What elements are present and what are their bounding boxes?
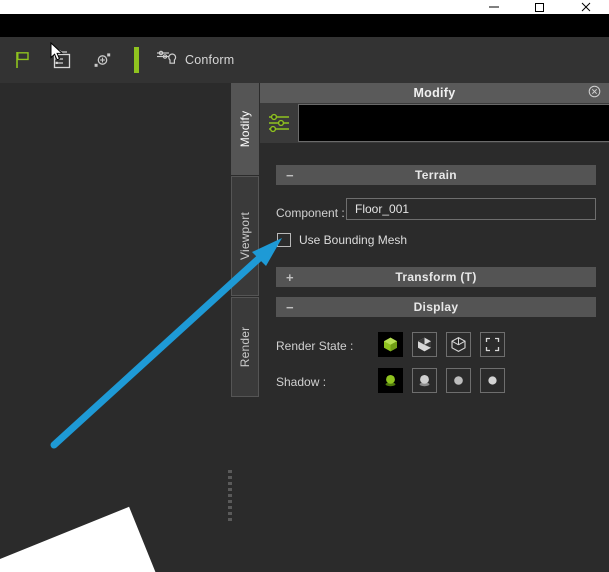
section-transform-toggle[interactable]: + (286, 270, 294, 285)
sliders-icon (260, 104, 298, 142)
maximize-icon (534, 1, 546, 13)
shadow-label: Shadow : (276, 375, 327, 389)
component-label: Component : (276, 206, 345, 220)
flag-icon[interactable] (6, 43, 40, 77)
conform-label: Conform (185, 53, 235, 67)
shadow-off-icon[interactable] (480, 368, 505, 393)
modify-panel: Modify − Terrain Component: Floor_001 U… (260, 83, 609, 572)
conform-command[interactable]: Conform (155, 48, 234, 73)
shadow-buttons (378, 368, 505, 393)
section-display-header[interactable]: − Display (276, 297, 596, 317)
modify-panel-header (260, 103, 609, 143)
use-bounding-mesh-row[interactable]: Use Bounding Mesh (277, 233, 407, 247)
toolbar-accent-separator (134, 47, 139, 73)
panel-resize-handle[interactable] (228, 470, 233, 526)
clipboard-icon[interactable] (46, 43, 80, 77)
application-window: Conform Modify Viewport Render Modify − … (0, 0, 609, 572)
render-state-shaded-icon[interactable] (378, 332, 403, 357)
tab-render[interactable]: Render (231, 297, 259, 397)
section-terrain-label: Terrain (415, 168, 457, 182)
render-state-bounds-icon[interactable] (480, 332, 505, 357)
section-display-label: Display (413, 300, 459, 314)
tab-viewport[interactable]: Viewport (231, 176, 259, 296)
tab-viewport-label: Viewport (238, 211, 252, 261)
render-state-label: Render State : (276, 339, 354, 353)
modify-panel-title-bar: Modify (260, 83, 609, 103)
use-bounding-mesh-label: Use Bounding Mesh (299, 233, 408, 247)
modify-panel-body: − Terrain Component : Use Bounding Mesh … (260, 143, 609, 572)
modify-header-field[interactable] (298, 104, 609, 142)
use-bounding-mesh-checkbox[interactable] (277, 233, 291, 247)
panel-tab-strip: Modify Viewport Render (230, 83, 261, 572)
section-transform-label: Transform (T) (395, 270, 477, 284)
section-display-toggle[interactable]: − (286, 300, 294, 315)
component-input[interactable] (346, 198, 596, 220)
shadow-receive-icon[interactable] (412, 368, 437, 393)
shadow-cast-receive-icon[interactable] (378, 368, 403, 393)
close-icon (580, 1, 592, 13)
main-toolbar: Conform (0, 37, 609, 83)
render-state-buttons (378, 332, 505, 357)
section-terrain-header[interactable]: − Terrain (276, 165, 596, 185)
minimize-icon (488, 1, 500, 13)
tab-modify-label: Modify (238, 110, 252, 148)
tab-render-label: Render (238, 326, 252, 368)
maximize-button[interactable] (517, 0, 563, 14)
close-circle-icon[interactable] (588, 85, 601, 101)
viewport-gizmo (0, 83, 230, 572)
render-state-wireframe-icon[interactable] (446, 332, 471, 357)
window-controls (471, 0, 609, 14)
section-terrain-toggle[interactable]: − (286, 168, 294, 183)
menu-band (0, 14, 609, 37)
target-add-icon[interactable] (86, 43, 120, 77)
window-title-bar (0, 0, 609, 14)
render-state-shaded-wire-icon[interactable] (412, 332, 437, 357)
minimize-button[interactable] (471, 0, 517, 14)
viewport-canvas[interactable] (0, 83, 230, 572)
shadow-cast-icon[interactable] (446, 368, 471, 393)
section-transform-header[interactable]: + Transform (T) (276, 267, 596, 287)
page-title: Modify (413, 86, 456, 100)
conform-icon (155, 48, 177, 73)
tab-modify[interactable]: Modify (231, 83, 259, 175)
close-button[interactable] (563, 0, 609, 14)
